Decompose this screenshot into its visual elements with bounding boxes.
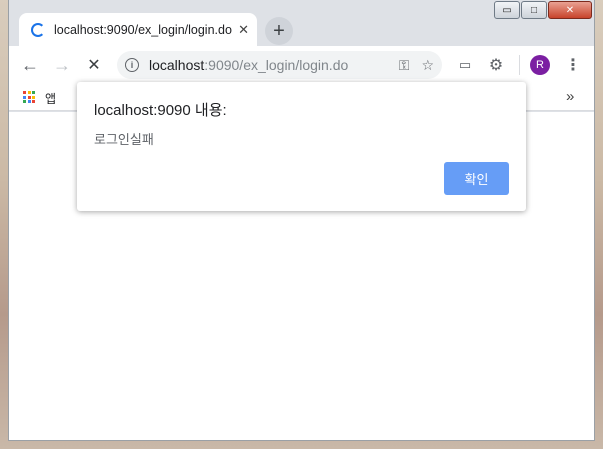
info-icon[interactable]: i (125, 58, 139, 72)
back-button[interactable]: ← (17, 52, 43, 78)
apps-grid-dot (27, 91, 31, 94)
toolbar-divider (519, 55, 520, 75)
window-controls: ▭ □ ✕ (493, 1, 603, 21)
bookmark-star-icon[interactable]: ☆ (421, 57, 434, 74)
toolbar: ← → ✕ i localhost:9090/ex_login/login.do… (9, 46, 594, 84)
tab-title: localhost:9090/ex_login/login.do (54, 22, 232, 37)
apps-bookmark-label[interactable]: 앱 (45, 90, 56, 107)
menu-dots-icon[interactable]: ⋮ (565, 55, 581, 75)
url-text[interactable]: localhost:9090/ex_login/login.do (149, 57, 387, 73)
extension-gear-icon[interactable]: ⚙ (487, 56, 505, 74)
url-path: :9090/ex_login/login.do (204, 57, 349, 73)
apps-grid-dot (23, 91, 26, 94)
tab-close-icon[interactable]: ✕ (238, 22, 249, 38)
forward-button[interactable]: → (49, 52, 75, 78)
apps-grid-dot (32, 100, 35, 103)
apps-grid-icon[interactable] (23, 91, 35, 103)
apps-grid-dot (23, 95, 26, 99)
apps-grid-dot (32, 91, 35, 94)
apps-grid-dot (32, 95, 35, 99)
minimize-button[interactable]: ▭ (494, 1, 520, 19)
browser-window: localhost:9090/ex_login/login.do ✕ + ← →… (8, 0, 595, 441)
new-tab-button[interactable]: + (265, 17, 293, 45)
address-bar[interactable]: i localhost:9090/ex_login/login.do ⚿ ☆ (117, 51, 442, 79)
apps-grid-dot (27, 100, 31, 103)
loading-spinner-icon (31, 22, 45, 37)
ok-button[interactable]: 확인 (444, 162, 509, 195)
key-icon[interactable]: ⚿ (399, 57, 410, 74)
cast-icon[interactable]: ▭ (456, 56, 474, 74)
apps-grid-dot (27, 95, 31, 99)
url-host: localhost (149, 57, 205, 73)
tab-active[interactable]: localhost:9090/ex_login/login.do ✕ (19, 13, 257, 46)
dialog-message: 로그인실패 (94, 132, 154, 147)
dialog-title: localhost:9090 내용: (94, 102, 227, 119)
apps-grid-dot (23, 100, 26, 103)
profile-avatar[interactable]: R (530, 55, 550, 75)
close-window-button[interactable]: ✕ (548, 1, 592, 19)
stop-button[interactable]: ✕ (81, 52, 107, 78)
alert-dialog: localhost:9090 내용: 로그인실패 확인 (77, 82, 526, 211)
bookmarks-more-icon[interactable]: » (566, 88, 574, 105)
maximize-button[interactable]: □ (521, 1, 547, 19)
